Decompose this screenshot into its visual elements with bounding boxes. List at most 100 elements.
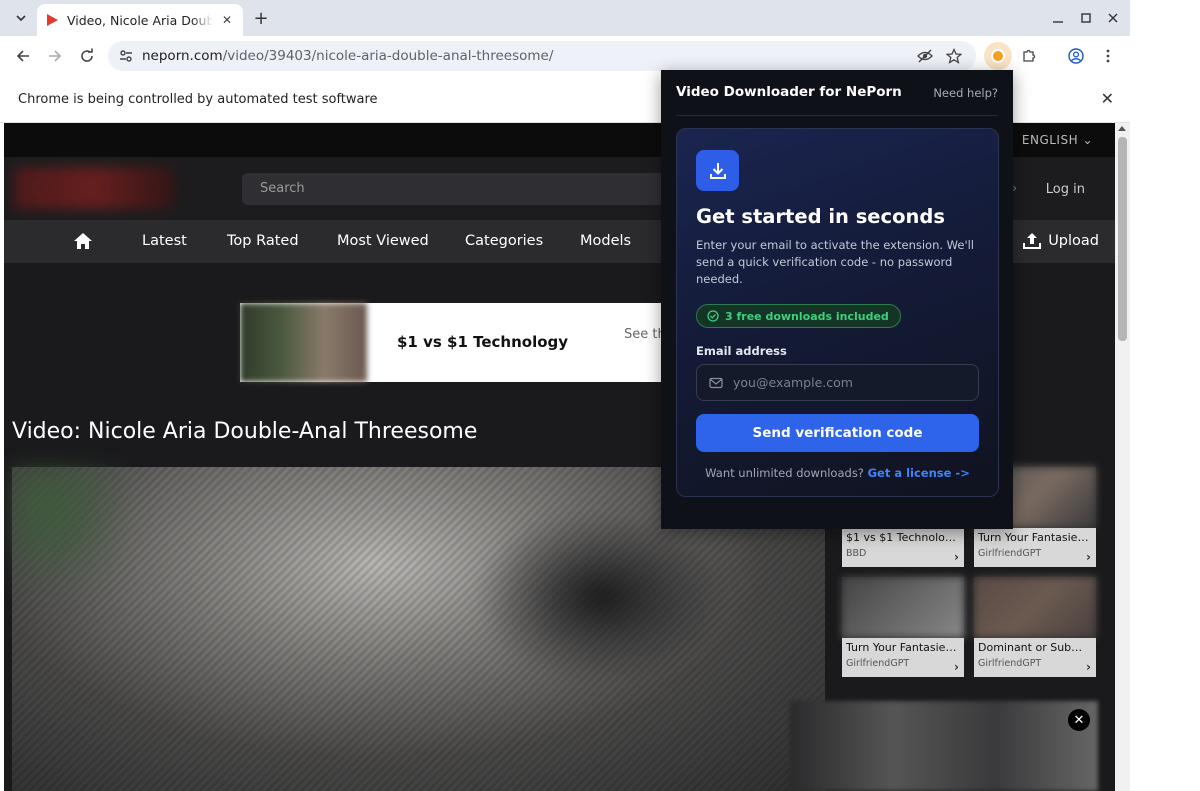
chevron-right-icon: › [1086,550,1091,564]
address-bar[interactable]: neporn.com/video/39403/nicole-aria-doubl… [108,41,976,71]
home-icon[interactable] [73,231,93,251]
login-link[interactable]: Log in [1046,182,1085,197]
url-text: neporn.com/video/39403/nicole-aria-doubl… [142,48,553,64]
scroll-up-arrow-icon[interactable] [1118,126,1126,131]
get-license-link[interactable]: Get a license -> [868,466,970,480]
nav-categories[interactable]: Categories [465,233,543,249]
reload-button[interactable] [75,44,99,68]
extension-popup: Video Downloader for NePorn Need help? G… [661,70,1013,529]
player-frame-shade [12,467,132,607]
check-circle-icon [707,310,719,322]
floating-video-ad[interactable] [790,701,1098,791]
kebab-menu-icon [1106,49,1110,63]
thumb-caption: Dominant or Subm... GirlfriendGPT › [974,638,1096,677]
card-heading: Get started in seconds [696,205,945,228]
thumb-image [974,577,1096,638]
thumb-caption: $1 vs $1 Technology BBD › [842,528,964,567]
thumb-source: GirlfriendGPT [978,658,1042,669]
url-path: /video/39403/nicole-aria-double-anal-thr… [222,48,554,64]
ad-see-link[interactable]: See th [624,327,666,342]
thumb-title: Dominant or Subm... [978,641,1090,654]
upload-icon [1023,233,1042,249]
extension-downloader-button[interactable] [984,42,1012,70]
download-icon [709,162,726,179]
account-icon [1068,48,1084,64]
infobar-text: Chrome is being controlled by automated … [18,92,378,107]
minimize-icon [1053,21,1063,23]
browser-titlebar: Video, Nicole Aria Double-Anal Threesome… [0,0,1130,36]
nav-models[interactable]: Models [580,233,631,249]
tab-title: Video, Nicole Aria Double-Anal Threesome [67,12,213,28]
arrow-left-icon [16,50,29,62]
email-label: Email address [696,344,787,358]
tab-close-icon[interactable]: ✕ [219,12,235,28]
ad-title: $1 vs $1 Technology [397,333,569,351]
language-label: ENGLISH [1021,133,1079,147]
maximize-icon [1081,13,1091,23]
email-field[interactable]: you@example.com [696,364,979,401]
related-video-card[interactable]: Dominant or Subm... GirlfriendGPT › [974,577,1096,677]
signup-card: Get started in seconds Enter your email … [676,128,999,497]
site-info-icon[interactable] [118,48,134,64]
download-badge [696,150,739,191]
license-text: Want unlimited downloads? [705,466,864,480]
extensions-button[interactable] [1017,44,1041,68]
nav-top-rated[interactable]: Top Rated [227,233,299,249]
thumb-image [842,577,964,638]
arrow-right-icon [49,50,62,62]
search-placeholder: Search [260,181,305,196]
infobar-close-icon[interactable]: ✕ [1101,89,1114,108]
close-icon[interactable]: ✕ [1068,709,1090,731]
chevron-down-icon [16,15,26,22]
extension-logo-icon [991,49,1005,63]
popup-title: Video Downloader for NePorn [676,84,902,100]
chevron-right-icon: › [954,660,959,674]
scroll-thumb[interactable] [1118,137,1127,341]
thumb-title: Turn Your Fantasies... [846,641,958,654]
back-button[interactable] [11,44,35,68]
chevron-right-icon: › [954,550,959,564]
thumb-title: Turn Your Fantasies... [978,531,1090,544]
forward-button[interactable] [43,44,67,68]
bookmark-star-icon[interactable] [945,47,963,65]
thumb-title: $1 vs $1 Technology [846,531,958,544]
divider [676,115,998,116]
eye-off-icon[interactable] [916,47,934,65]
close-window-button[interactable] [1103,8,1123,28]
language-selector[interactable]: ENGLISH ⌄ [1022,133,1093,147]
license-prompt: Want unlimited downloads? Get a license … [677,466,998,480]
minimize-button[interactable] [1048,8,1068,28]
play-favicon-icon [47,14,58,26]
tab-search-button[interactable] [10,7,32,29]
window-margin [1130,0,1200,791]
browser-tab[interactable]: Video, Nicole Aria Double-Anal Threesome… [37,4,243,36]
upload-button[interactable]: Upload [1022,231,1099,251]
nav-latest[interactable]: Latest [142,233,187,249]
player-frame-shade [472,507,732,687]
site-logo[interactable] [14,167,174,209]
related-video-card[interactable]: Turn Your Fantasies... GirlfriendGPT › [842,577,964,677]
card-description: Enter your email to activate the extensi… [696,238,974,286]
maximize-button[interactable] [1076,8,1096,28]
send-verification-button[interactable]: Send verification code [696,414,979,452]
ad-image [240,303,367,382]
upload-label: Upload [1048,233,1099,249]
thumb-caption: Turn Your Fantasies... GirlfriendGPT › [842,638,964,677]
video-title: Video: Nicole Aria Double-Anal Threesome [12,419,478,444]
page-scrollbar[interactable] [1115,123,1130,791]
chevron-right-icon: › [1086,660,1091,674]
free-downloads-badge: 3 free downloads included [696,304,901,328]
thumb-source: GirlfriendGPT [978,548,1042,559]
puzzle-icon [1023,49,1036,62]
profile-button[interactable] [1064,44,1088,68]
banner-ad[interactable]: $1 vs $1 Technology See th [240,303,670,382]
email-placeholder: you@example.com [733,375,853,390]
mail-icon [709,377,723,389]
nav-most-viewed[interactable]: Most Viewed [337,233,429,249]
reload-icon [81,48,93,62]
thumb-caption: Turn Your Fantasies... GirlfriendGPT › [974,528,1096,567]
browser-menu-button[interactable] [1096,44,1120,68]
help-link[interactable]: Need help? [933,86,998,100]
new-tab-button[interactable]: + [250,7,272,29]
thumb-source: GirlfriendGPT [846,658,910,669]
